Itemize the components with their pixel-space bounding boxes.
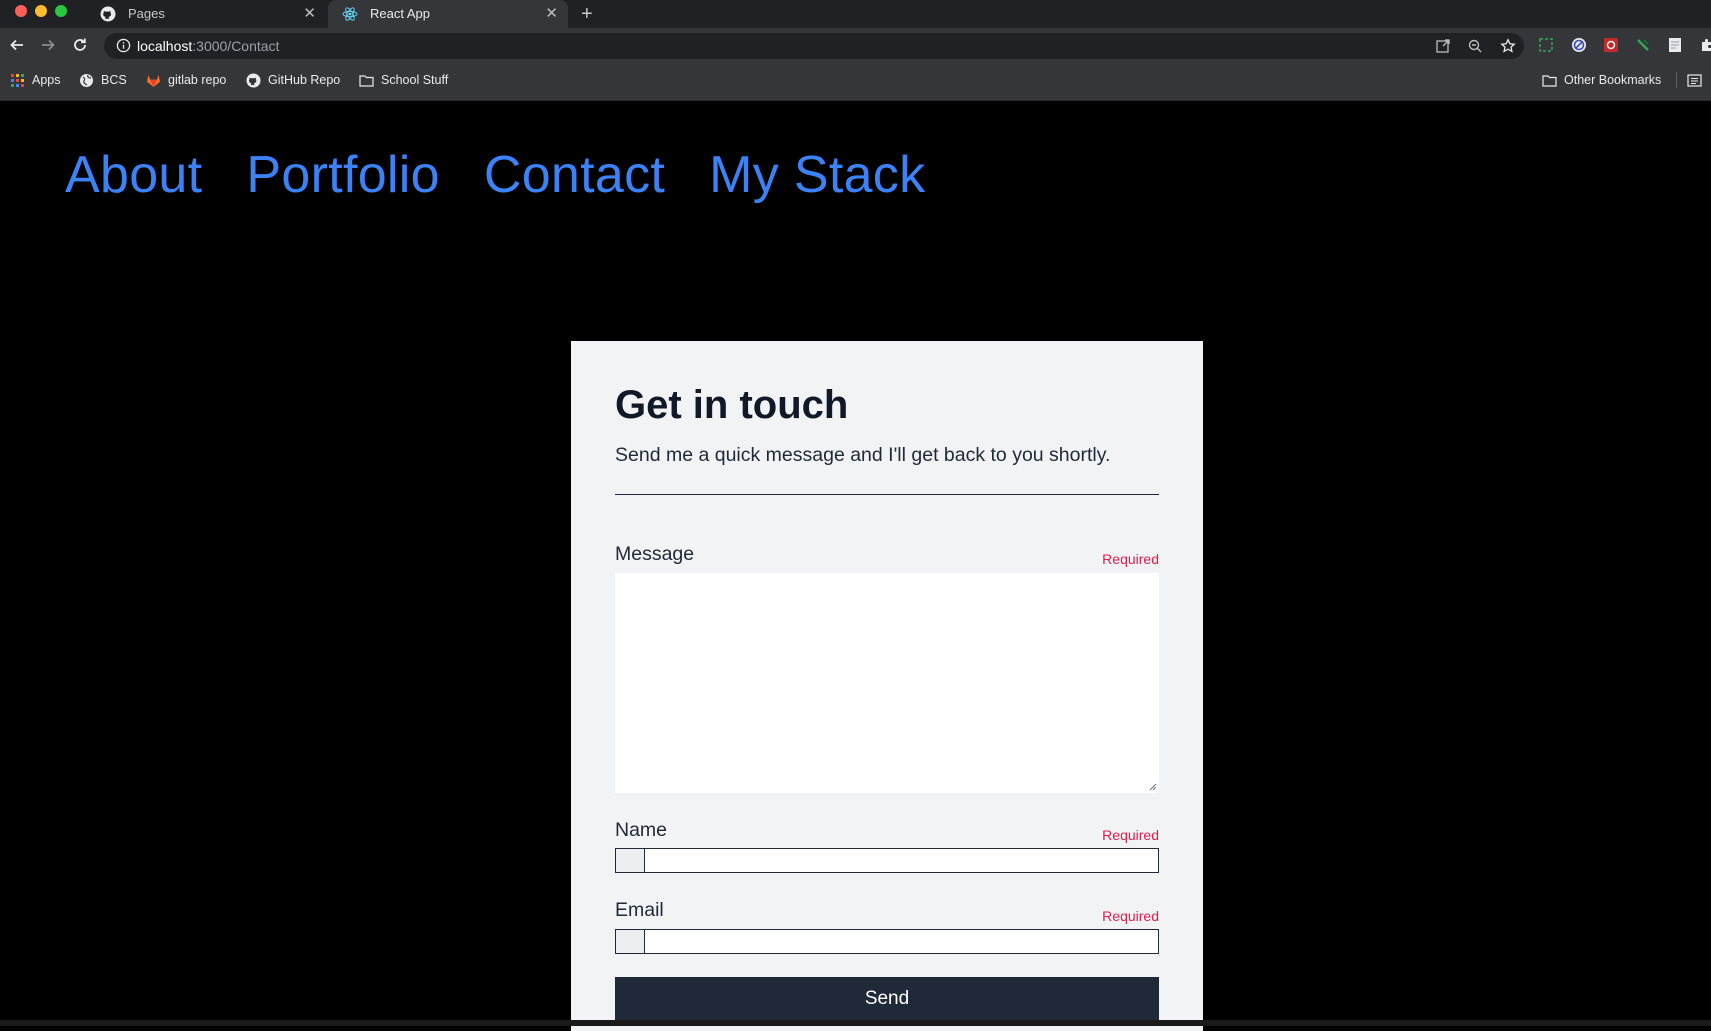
extension-blocker-icon[interactable] [1571, 37, 1587, 53]
reload-button[interactable] [68, 33, 92, 57]
close-tab-icon[interactable]: ✕ [545, 0, 558, 28]
bookmark-gitlab-repo[interactable]: gitlab repo [146, 62, 226, 98]
nav-link-portfolio[interactable]: Portfolio [246, 140, 439, 210]
minimize-window-button[interactable] [35, 5, 47, 17]
extension-page-icon[interactable] [1667, 37, 1683, 53]
email-input-prefix [616, 930, 645, 953]
forward-button[interactable] [36, 33, 60, 57]
extension-green-icon[interactable] [1635, 37, 1651, 53]
bookmark-label: Apps [32, 73, 61, 87]
message-label: Message [615, 543, 695, 565]
apps-grid-icon [11, 74, 24, 87]
contact-form-card: Get in touch Send me a quick message and… [571, 341, 1203, 1031]
close-tab-icon[interactable]: ✕ [303, 0, 316, 28]
bookmark-school-stuff[interactable]: School Stuff [359, 62, 448, 98]
bookmark-label: GitHub Repo [268, 73, 341, 87]
name-input[interactable] [615, 848, 1159, 873]
window-bottom-edge [0, 1020, 1711, 1026]
extension-dashed-icon[interactable] [1538, 37, 1554, 53]
bookmarks-divider [1676, 72, 1677, 88]
bookmark-star-icon[interactable] [1500, 38, 1516, 54]
info-icon[interactable] [116, 38, 131, 53]
email-required-hint: Required [1102, 908, 1159, 924]
open-external-icon[interactable] [1435, 38, 1451, 54]
form-subtitle: Send me a quick message and I'll get bac… [615, 444, 1111, 466]
form-divider [615, 494, 1159, 495]
bookmark-label: BCS [101, 73, 127, 87]
bookmark-label: gitlab repo [168, 73, 227, 87]
name-required-hint: Required [1102, 827, 1159, 843]
message-textarea[interactable] [615, 573, 1159, 793]
browser-tab-bar: Pages ✕ React App ✕ + [0, 0, 1711, 28]
close-window-button[interactable] [15, 5, 27, 17]
url-text[interactable]: localhost:3000/Contact [137, 33, 279, 59]
url-path: :3000/Contact [192, 38, 280, 54]
bookmark-label: Other Bookmarks [1564, 73, 1662, 87]
github-icon [100, 6, 116, 22]
bookmark-github-repo[interactable]: GitHub Repo [246, 62, 340, 98]
arrow-right-icon [42, 39, 55, 51]
browser-toolbar: localhost:3000/Contact [0, 28, 1711, 62]
form-title: Get in touch [615, 383, 849, 427]
nav-link-about[interactable]: About [65, 140, 202, 210]
react-icon [342, 7, 358, 21]
nav-link-my-stack[interactable]: My Stack [709, 140, 925, 210]
message-required-hint: Required [1102, 551, 1159, 567]
globe-icon [80, 74, 93, 87]
resize-handle-icon[interactable] [1149, 783, 1157, 791]
folder-icon [1542, 75, 1557, 87]
extensions-puzzle-icon[interactable] [1699, 37, 1711, 53]
github-icon [246, 73, 261, 88]
arrow-left-icon [10, 39, 23, 51]
email-label: Email [615, 899, 664, 921]
email-input[interactable] [615, 929, 1159, 954]
tab-title: Pages [128, 6, 165, 21]
bookmarks-bar: Apps BCS gitlab repo GitHub Repo School … [0, 62, 1711, 101]
bookmark-apps[interactable]: Apps [10, 62, 61, 98]
name-input-prefix [616, 849, 645, 872]
new-tab-button[interactable]: + [581, 0, 593, 28]
bookmark-bcs[interactable]: BCS [79, 62, 127, 98]
send-button[interactable]: Send [615, 977, 1159, 1021]
tab-react-app[interactable]: React App ✕ [328, 0, 568, 28]
reload-icon [74, 38, 86, 51]
tab-title: React App [370, 6, 430, 21]
reading-list-icon[interactable] [1687, 73, 1702, 88]
back-button[interactable] [5, 33, 29, 57]
name-label: Name [615, 819, 668, 841]
site-nav: About Portfolio Contact My Stack [65, 140, 925, 210]
tab-pages[interactable]: Pages ✕ [86, 0, 326, 28]
other-bookmarks[interactable]: Other Bookmarks [1542, 62, 1661, 98]
address-bar[interactable]: localhost:3000/Contact [104, 33, 1524, 59]
gitlab-icon [147, 75, 160, 87]
folder-icon [359, 75, 374, 87]
bookmark-label: School Stuff [381, 73, 449, 87]
zoom-icon[interactable] [1467, 38, 1483, 54]
nav-link-contact[interactable]: Contact [484, 140, 665, 210]
extension-red-icon[interactable] [1603, 37, 1619, 53]
url-host: localhost [137, 38, 193, 54]
maximize-window-button[interactable] [55, 5, 67, 17]
